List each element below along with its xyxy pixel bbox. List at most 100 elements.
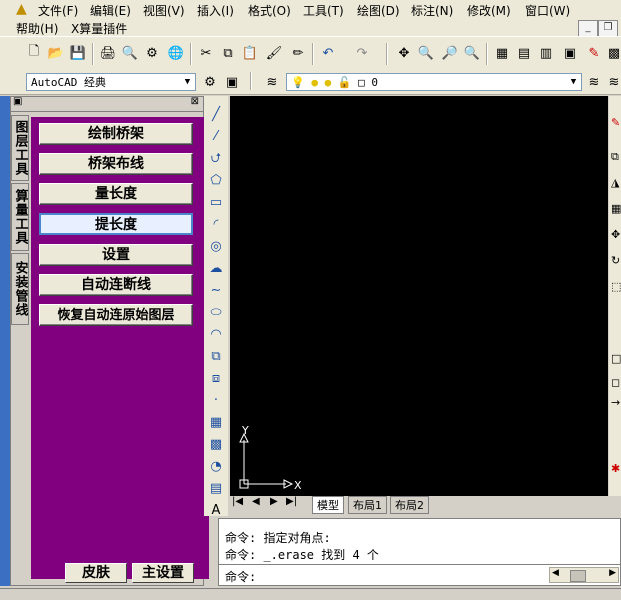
print-preview-icon[interactable]: 🔍 [120,43,140,63]
globe-icon[interactable]: 🌐 [166,43,186,63]
menu-draw[interactable]: 绘图(D) [357,2,400,19]
move-icon[interactable]: ✥ [611,228,620,241]
tray-routing-button[interactable]: 桥架布线 [39,153,193,175]
point-icon[interactable]: · [207,392,225,410]
menu-view[interactable]: 视图(V) [143,2,185,19]
main-settings-button[interactable]: 主设置 [132,563,194,583]
rectangle-icon[interactable]: ▭ [207,194,225,212]
draw-tray-button[interactable]: 绘制桥架 [39,123,193,145]
layer-previous-icon[interactable]: ≋ [604,72,621,92]
menu-x-plugin[interactable]: X算量插件 [71,20,127,37]
properties-icon[interactable]: ▦ [492,43,512,63]
zoom-previous-icon[interactable]: 🔍 [462,43,482,63]
paste-icon[interactable]: 📋 [240,43,260,63]
autocad-app-icon[interactable]: ▲ [16,1,27,17]
first-tab-icon[interactable]: |◀ [232,496,243,507]
markup-icon[interactable]: ✎ [584,43,604,63]
tab-model[interactable]: 模型 [312,496,344,514]
ellipse-arc-icon[interactable]: ◠ [207,326,225,344]
polyline-icon[interactable]: ⮍ [207,150,225,168]
menu-dimension[interactable]: 标注(N) [411,2,453,19]
region-icon[interactable]: ◔ [207,458,225,476]
construction-line-icon[interactable]: ⁄ [207,128,225,146]
extract-length-button[interactable]: 提长度 [39,213,193,235]
restore-icon[interactable]: ❐ [598,20,618,37]
layer-manager-icon[interactable]: ≋ [262,72,282,92]
minimize-icon[interactable]: _ [578,20,598,37]
zoom-window-icon[interactable]: 🔎 [440,43,460,63]
horizontal-scrollbar[interactable]: ◀ ▶ [549,567,619,583]
revision-cloud-icon[interactable]: ☁ [207,260,225,278]
arc-icon[interactable]: ◜ [207,216,225,234]
close-icon[interactable]: ⊠ [191,96,199,107]
menu-edit[interactable]: 编辑(E) [90,2,131,19]
prev-tab-icon[interactable]: ◀ [252,496,260,507]
explode-icon[interactable]: ✱ [611,462,620,475]
scroll-left-icon[interactable]: ◀ [552,568,559,578]
rotate-icon[interactable]: ↻ [611,254,620,267]
settings-button[interactable]: 设置 [39,244,193,266]
ellipse-icon[interactable]: ⬭ [207,304,225,322]
tool-palettes-icon[interactable]: ▥ [536,43,556,63]
tab-install-pipeline[interactable]: 安装管线 [11,253,29,325]
pan-icon[interactable]: ✥ [394,43,414,63]
last-tab-icon[interactable]: ▶| [286,496,297,507]
scrollbar-thumb[interactable] [570,570,586,582]
new-file-icon[interactable]: 🗋 [24,43,44,63]
copy-icon[interactable]: ⧉ [218,43,238,63]
polygon-icon[interactable]: ⬠ [207,172,225,190]
menu-help[interactable]: 帮助(H) [16,20,58,37]
undo-icon[interactable]: ↶ [318,43,338,63]
menu-insert[interactable]: 插入(I) [197,2,234,19]
workspace-save-icon[interactable]: ▣ [222,72,242,92]
skin-button[interactable]: 皮肤 [65,563,127,583]
gradient-icon[interactable]: ▩ [207,436,225,454]
drawing-canvas[interactable]: Y X [230,96,608,496]
scale-icon[interactable]: ⬚ [611,280,621,293]
tab-quantity-tools[interactable]: 算量工具 [11,183,29,251]
extend-icon[interactable]: ◻ [611,376,620,389]
array-icon[interactable]: ▦ [611,202,621,215]
circle-icon[interactable]: ◎ [207,238,225,256]
menu-file[interactable]: 文件(F) [38,2,78,19]
cut-icon[interactable]: ✂ [196,43,216,63]
trim-icon[interactable]: □ [611,352,621,365]
table-icon[interactable]: ▤ [207,480,225,498]
make-block-icon[interactable]: ⧈ [207,370,225,388]
publish-icon[interactable]: ⚙ [142,43,162,63]
measure-length-button[interactable]: 量长度 [39,183,193,205]
auto-connect-broken-line-button[interactable]: 自动连断线 [39,274,193,296]
block-editor-icon[interactable]: ✏ [288,43,308,63]
chevron-down-icon[interactable]: ▼ [180,74,195,90]
menu-modify[interactable]: 修改(M) [467,2,511,19]
print-icon[interactable]: 🖨 [98,43,118,63]
command-prompt[interactable]: 命令: [225,568,256,585]
menu-tools[interactable]: 工具(T) [303,2,344,19]
next-tab-icon[interactable]: ▶ [270,496,278,507]
sheet-set-icon[interactable]: ▣ [560,43,580,63]
layer-dropdown[interactable]: 💡 ● ● 🔓 □ 0 ▼ [286,73,582,91]
save-icon[interactable]: 💾 [68,43,88,63]
insert-block-icon[interactable]: ⧉ [207,348,225,366]
erase-icon[interactable]: ✎ [611,116,620,129]
design-center-icon[interactable]: ▤ [514,43,534,63]
menu-window[interactable]: 窗口(W) [525,2,570,19]
break-icon[interactable]: → [611,396,620,409]
mirror-icon[interactable]: ◮ [611,176,619,189]
redo-icon[interactable]: ↷ [352,43,372,63]
hatch-icon[interactable]: ▦ [207,414,225,432]
line-icon[interactable]: ╱ [207,106,225,124]
copy-object-icon[interactable]: ⧉ [611,150,619,164]
chevron-down-icon[interactable]: ▼ [566,74,581,90]
panel-menu-icon[interactable]: ▣ [13,96,22,107]
tab-layer-tools[interactable]: 图层工具 [11,115,29,181]
scroll-right-icon[interactable]: ▶ [609,568,616,578]
spline-icon[interactable]: ∼ [207,282,225,300]
match-properties-icon[interactable]: 🖌 [264,43,284,63]
make-layer-current-icon[interactable]: ≋ [584,72,604,92]
workspace-dropdown[interactable]: AutoCAD 经典 ▼ [26,73,196,91]
restore-original-layer-button[interactable]: 恢复自动连原始图层 [39,304,193,326]
open-file-icon[interactable]: 📂 [46,43,66,63]
tab-layout2[interactable]: 布局2 [390,496,429,514]
menu-format[interactable]: 格式(O) [248,2,291,19]
